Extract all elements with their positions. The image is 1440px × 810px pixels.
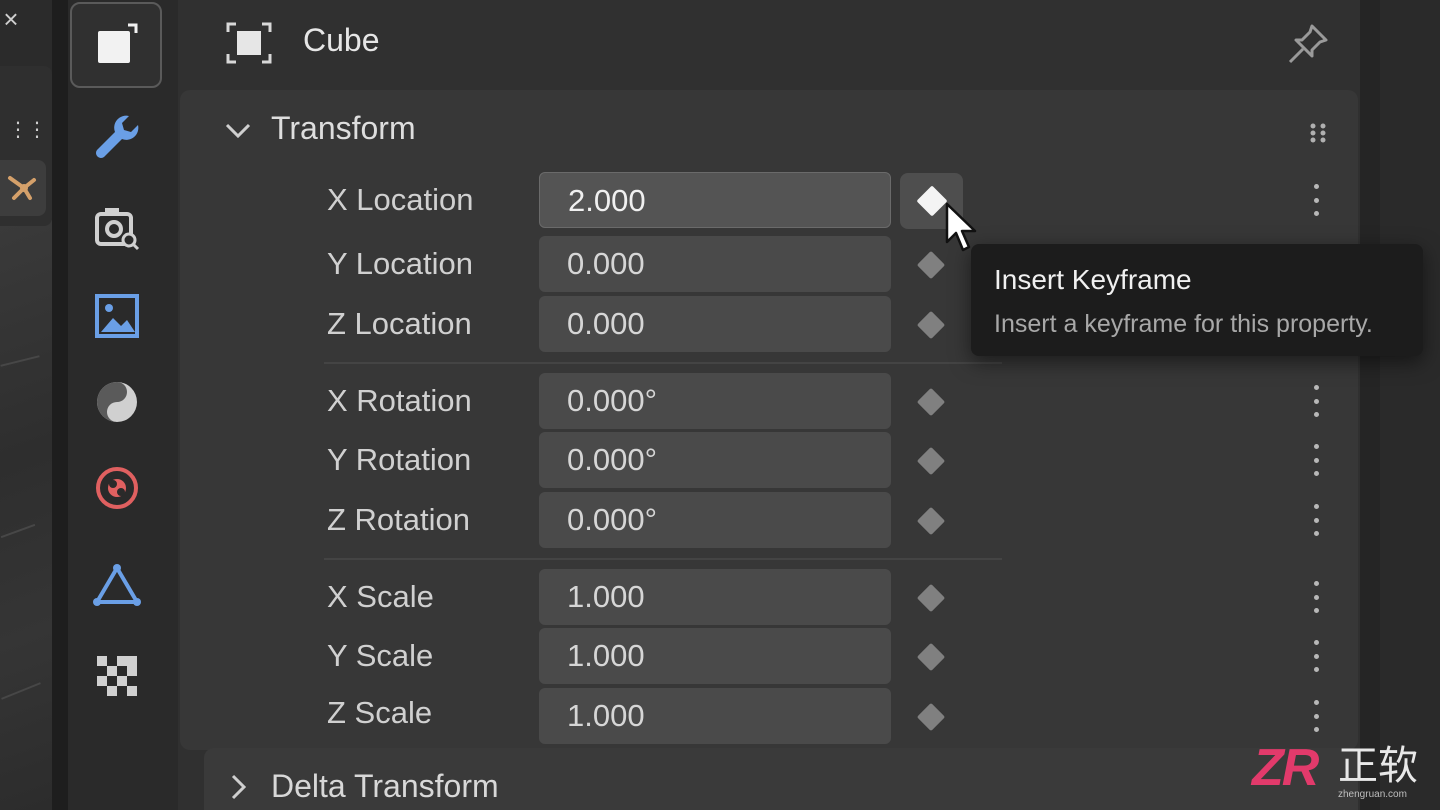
x-scale-field[interactable]: 1.000 <box>539 569 891 625</box>
viewport-background <box>0 220 52 810</box>
tab-material[interactable] <box>70 360 164 444</box>
watermark-url: zhengruan.com <box>1338 789 1407 800</box>
image-icon <box>95 294 139 338</box>
tab-physics[interactable] <box>70 446 164 530</box>
z-scale-label: Z Scale <box>327 695 433 730</box>
tab-output[interactable] <box>70 274 164 358</box>
divider <box>324 558 1002 560</box>
divider <box>324 362 1002 364</box>
checker-icon <box>97 656 137 696</box>
delta-transform-title[interactable]: Delta Transform <box>271 768 499 805</box>
keyframe-diamond-icon[interactable] <box>914 308 948 342</box>
x-rotation-field[interactable]: 0.000° <box>539 373 891 429</box>
more-options-icon[interactable] <box>1304 636 1328 676</box>
grip-dots-icon[interactable] <box>1308 122 1328 144</box>
more-options-icon[interactable] <box>1304 500 1328 540</box>
z-scale-field[interactable]: 1.000 <box>539 688 891 744</box>
z-location-field[interactable]: 0.000 <box>539 296 891 352</box>
y-rotation-label: Y Rotation <box>327 442 472 477</box>
close-icon[interactable]: × <box>0 4 22 34</box>
z-rotation-field[interactable]: 0.000° <box>539 492 891 548</box>
x-scale-label: X Scale <box>327 579 434 614</box>
keyframe-diamond-icon[interactable] <box>914 581 948 615</box>
right-scroll-region <box>1360 0 1440 810</box>
tab-texture[interactable] <box>70 634 164 718</box>
chevron-right-icon[interactable] <box>226 772 250 802</box>
object-name: Cube <box>303 22 380 58</box>
x-rotation-label: X Rotation <box>327 383 472 418</box>
armature-icon <box>8 176 36 200</box>
chevron-down-icon[interactable] <box>224 116 252 144</box>
more-options-icon[interactable] <box>1304 696 1328 736</box>
watermark-zr: ZR <box>1252 739 1319 797</box>
y-location-label: Y Location <box>327 246 473 281</box>
keyframe-diamond-icon[interactable] <box>914 504 948 538</box>
keyframe-diamond-icon <box>915 185 948 217</box>
y-rotation-field[interactable]: 0.000° <box>539 432 891 488</box>
z-location-label: Z Location <box>327 306 472 341</box>
more-options-icon[interactable] <box>1304 440 1328 480</box>
tab-data[interactable] <box>70 544 164 628</box>
tab-modifiers[interactable] <box>70 94 164 178</box>
tab-object[interactable] <box>70 2 162 88</box>
keyframe-diamond-icon[interactable] <box>914 640 948 674</box>
properties-editor-screen: { "left_strip": { "close_label": "×", "d… <box>0 0 1440 810</box>
watermark-logo: ZR 正软 zhengruan.com <box>1252 742 1432 802</box>
y-scale-label: Y Scale <box>327 638 434 673</box>
x-location-field[interactable]: 2.000 <box>539 172 891 228</box>
keyframe-diamond-icon[interactable] <box>914 700 948 734</box>
y-location-field[interactable]: 0.000 <box>539 236 891 292</box>
x-location-label: X Location <box>327 182 474 217</box>
triangle-icon <box>93 564 141 606</box>
object-frame-icon <box>226 22 272 64</box>
pin-icon[interactable] <box>1286 22 1330 66</box>
keyframe-diamond-icon[interactable] <box>914 444 948 478</box>
camera-icon <box>95 208 140 251</box>
transform-title[interactable]: Transform <box>271 110 416 147</box>
tooltip-description: Insert a keyframe for this property. <box>994 310 1373 338</box>
y-scale-field[interactable]: 1.000 <box>539 628 891 684</box>
object-square-icon <box>98 23 138 63</box>
tooltip: Insert Keyframe Insert a keyframe for th… <box>971 244 1423 356</box>
viewport-edge: × ⋮⋮⋮ <box>0 0 66 810</box>
physics-icon <box>96 467 138 509</box>
z-rotation-label: Z Rotation <box>327 502 471 537</box>
more-options-icon[interactable] <box>1304 577 1328 617</box>
wrench-icon <box>95 115 139 159</box>
sphere-icon <box>97 382 137 422</box>
pose-tool-button[interactable] <box>0 160 46 216</box>
keyframe-diamond-icon[interactable] <box>914 248 948 282</box>
tooltip-title: Insert Keyframe <box>994 264 1192 295</box>
tab-render[interactable] <box>70 184 164 268</box>
watermark-text: 正软 <box>1338 744 1418 788</box>
keyframe-diamond-icon[interactable] <box>914 385 948 419</box>
more-options-icon[interactable] <box>1304 180 1328 220</box>
more-options-icon[interactable] <box>1304 381 1328 421</box>
mouse-cursor-icon <box>944 202 980 256</box>
